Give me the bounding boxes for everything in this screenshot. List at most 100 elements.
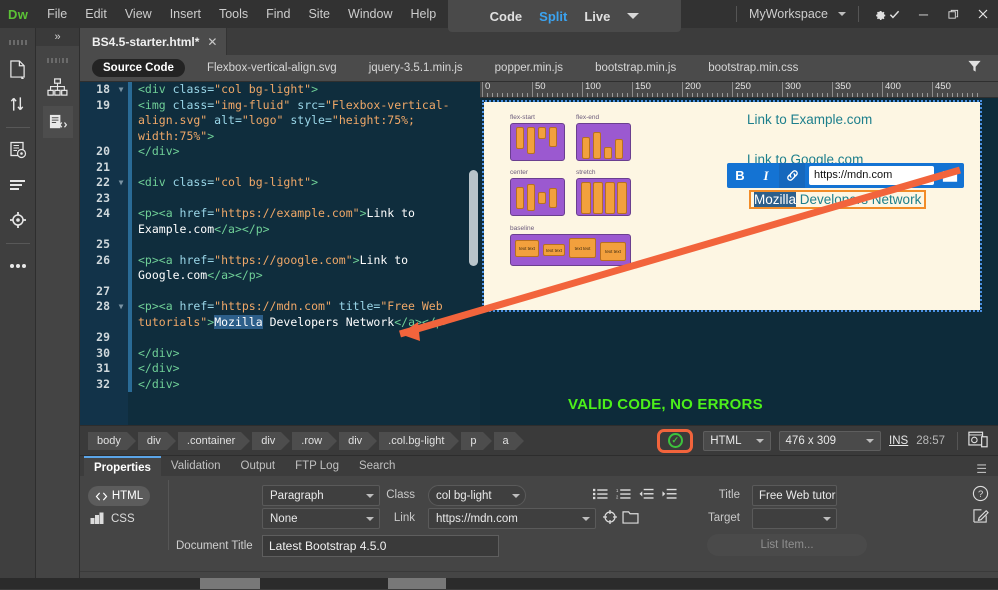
insert-mode-indicator[interactable]: INS — [889, 435, 908, 447]
code-line[interactable]: 31 </div> — [80, 361, 480, 377]
minimize-button[interactable] — [908, 0, 938, 28]
code-line[interactable]: 23 — [80, 190, 480, 206]
html-properties-button[interactable]: HTML — [88, 486, 150, 506]
bold-button[interactable]: B — [727, 163, 753, 188]
code-line[interactable]: 30 </div> — [80, 345, 480, 361]
code-line[interactable]: 27 — [80, 283, 480, 299]
title-input[interactable]: Free Web tutori — [752, 485, 837, 506]
doc-type-select[interactable]: HTML — [703, 430, 771, 451]
code-editor-pane[interactable]: 18 ▼ <div class="col bg-light"> 19 <img clas… — [80, 82, 480, 425]
css-properties-button[interactable]: CSS — [90, 512, 135, 525]
menu-tools[interactable]: Tools — [210, 0, 257, 28]
selected-link-mdn[interactable]: Mozilla Developers Network — [749, 190, 927, 209]
code-line[interactable]: 20 </div> — [80, 144, 480, 160]
unordered-list-icon[interactable] — [593, 488, 608, 500]
chevron-down-icon[interactable] — [627, 13, 640, 19]
more-dots-icon[interactable] — [3, 250, 33, 282]
menu-site[interactable]: Site — [299, 0, 339, 28]
code-line[interactable]: 21 — [80, 159, 480, 175]
menu-view[interactable]: View — [116, 0, 161, 28]
breadcrumb-row[interactable]: .row — [292, 431, 337, 450]
related-file-source-code[interactable]: Source Code — [92, 59, 185, 77]
rail-grip[interactable] — [8, 34, 28, 50]
flexbox-diagram-image[interactable]: flex-start flex-end center stretch basel… — [506, 114, 636, 279]
indent-icon[interactable] — [662, 488, 677, 500]
list-item-button[interactable]: List Item... — [707, 534, 867, 556]
question-mark-icon[interactable]: ? — [972, 485, 989, 502]
settings-button[interactable] — [865, 7, 908, 21]
device-preview-icon[interactable] — [968, 431, 992, 451]
code-line[interactable]: 29 — [80, 330, 480, 346]
menu-edit[interactable]: Edit — [76, 0, 116, 28]
code-snippets-icon[interactable] — [42, 106, 73, 138]
site-map-icon[interactable] — [43, 71, 73, 103]
code-line[interactable]: 26 <p><a href="https://google.com">Link t… — [80, 252, 480, 284]
breadcrumb-div-3[interactable]: div — [339, 431, 378, 450]
document-title-input[interactable]: Latest Bootstrap 4.5.0 — [262, 535, 499, 557]
expand-panels-button[interactable]: » — [36, 28, 79, 46]
mode-split-button[interactable]: Split — [539, 9, 567, 24]
close-icon[interactable]: ✕ — [207, 35, 217, 49]
menu-window[interactable]: Window — [339, 0, 401, 28]
breadcrumb-body[interactable]: body — [88, 431, 136, 450]
edit-pencil-icon[interactable] — [973, 507, 989, 523]
breadcrumb-div-1[interactable]: div — [137, 431, 177, 450]
panel-menu-icon[interactable]: ☰ — [976, 462, 998, 476]
assets-lines-icon[interactable] — [3, 169, 33, 201]
sort-arrows-icon[interactable] — [3, 88, 33, 120]
point-to-file-icon[interactable] — [602, 509, 618, 525]
code-line[interactable]: 19 <img class="img-fluid" src="Flexbox-ve… — [80, 97, 480, 144]
code-fold-toggle[interactable]: ▼ — [114, 175, 128, 191]
menu-help[interactable]: Help — [401, 0, 445, 28]
code-fold-toggle[interactable]: ▼ — [114, 299, 128, 330]
breadcrumb-a[interactable]: a — [493, 431, 524, 450]
related-file-popper[interactable]: popper.min.js — [485, 60, 573, 76]
check-circle-icon[interactable]: ✓ — [667, 433, 683, 448]
related-file-bootstrap-js[interactable]: bootstrap.min.js — [585, 60, 686, 76]
code-line[interactable]: 32 </div> — [80, 376, 480, 392]
link-url-input[interactable]: https://mdn.com — [809, 166, 934, 185]
id-select[interactable]: None — [262, 508, 380, 529]
link-select[interactable]: https://mdn.com — [428, 508, 596, 529]
mode-live-button[interactable]: Live — [584, 9, 610, 24]
live-view-pane[interactable]: flex-start flex-end center stretch basel… — [480, 98, 998, 425]
rail-grip[interactable] — [47, 52, 68, 68]
code-line[interactable]: 24 <p><a href="https://example.com">Link … — [80, 206, 480, 237]
dom-inspect-icon[interactable] — [3, 134, 33, 166]
tab-output[interactable]: Output — [231, 456, 286, 476]
outdent-icon[interactable] — [639, 488, 654, 500]
menu-insert[interactable]: Insert — [161, 0, 210, 28]
code-line[interactable]: 22 ▼ <div class="col bg-light"> — [80, 175, 480, 191]
breadcrumb-col[interactable]: .col.bg-light — [379, 431, 460, 450]
tab-validation[interactable]: Validation — [161, 456, 231, 476]
browse-folder-icon[interactable] — [622, 510, 639, 524]
breadcrumb-container[interactable]: .container — [177, 431, 251, 450]
related-file-flexbox-svg[interactable]: Flexbox-vertical-align.svg — [197, 60, 347, 76]
italic-button[interactable]: I — [753, 163, 779, 188]
code-line[interactable]: 18 ▼ <div class="col bg-light"> — [80, 82, 480, 98]
tab-ftp-log[interactable]: FTP Log — [285, 456, 349, 476]
tab-properties[interactable]: Properties — [84, 456, 161, 476]
code-vertical-scrollbar[interactable] — [469, 170, 478, 266]
breadcrumb-div-2[interactable]: div — [252, 431, 291, 450]
folder-icon[interactable] — [938, 163, 962, 188]
target-select[interactable] — [752, 508, 837, 529]
code-line[interactable]: 25 — [80, 237, 480, 253]
code-fold-toggle[interactable]: ▼ — [114, 82, 128, 98]
class-select[interactable]: col bg-light — [428, 485, 526, 506]
format-select[interactable]: Paragraph — [262, 485, 380, 506]
close-button[interactable] — [968, 0, 998, 28]
related-file-jquery[interactable]: jquery-3.5.1.min.js — [359, 60, 473, 76]
document-tab[interactable]: BS4.5-starter.html* ✕ — [80, 28, 228, 55]
breadcrumb-p[interactable]: p — [461, 431, 492, 450]
related-file-bootstrap-css[interactable]: bootstrap.min.css — [698, 60, 808, 76]
menu-file[interactable]: File — [38, 0, 76, 28]
link-example-com[interactable]: Link to Example.com — [747, 112, 872, 127]
window-size-select[interactable]: 476 x 309 — [778, 430, 882, 451]
workspace-switcher[interactable]: MyWorkspace — [743, 7, 852, 21]
file-icon[interactable] — [3, 53, 33, 85]
mode-code-button[interactable]: Code — [490, 9, 523, 24]
menu-find[interactable]: Find — [257, 0, 299, 28]
target-crosshair-icon[interactable] — [3, 204, 33, 236]
ordered-list-icon[interactable]: 1 2 — [616, 488, 631, 500]
